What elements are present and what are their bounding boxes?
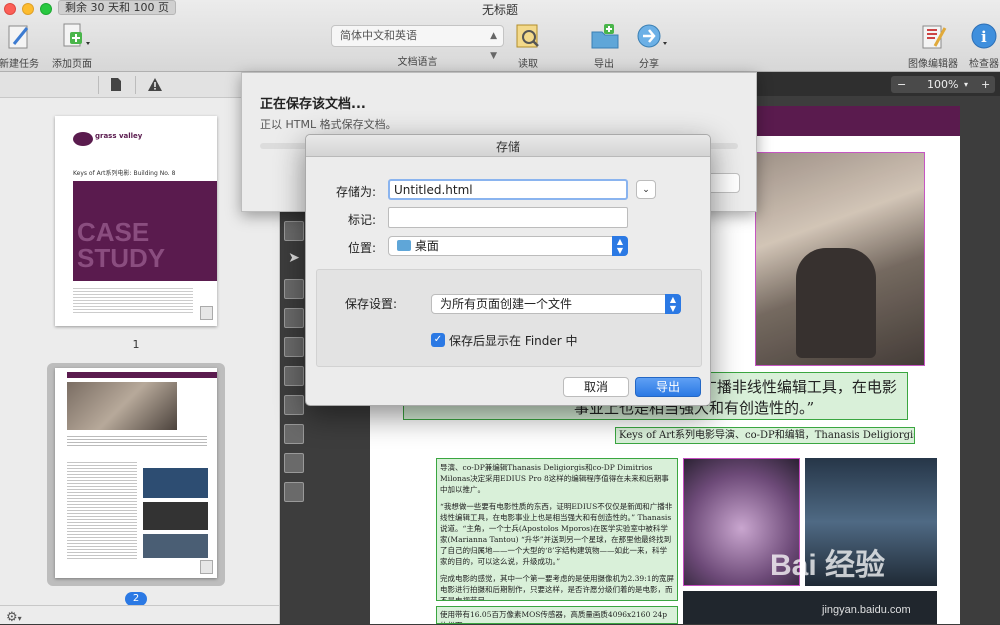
- read-button[interactable]: 读取: [497, 20, 559, 70]
- new-task-icon: [5, 22, 33, 50]
- image-editor-icon: [919, 22, 947, 50]
- share-icon: [635, 22, 667, 50]
- tags-label: 标记:: [347, 213, 376, 227]
- save-dialog: 存储 存储为: Untitled.html ⌄ 标记: 位置: 桌面 ▲ ▼ 保存…: [305, 134, 711, 406]
- grass-valley-logo-icon: [73, 132, 93, 146]
- inspector-button[interactable]: i 检查器: [953, 20, 1000, 70]
- chevron-updown-icon: ▲ ▼: [612, 236, 628, 256]
- warning-tab-icon[interactable]: [147, 77, 163, 95]
- tags-field[interactable]: [388, 207, 628, 228]
- page-number-1: 1: [132, 338, 140, 351]
- zoom-control: − 100% ▾ +: [891, 76, 995, 93]
- add-page-icon: [58, 22, 90, 50]
- picture-area-icon[interactable]: [284, 337, 304, 357]
- thumb-page-icon: [200, 306, 213, 320]
- share-button[interactable]: 分享: [618, 20, 680, 70]
- select-region-icon[interactable]: [284, 221, 304, 241]
- chevron-updown-icon: ▲ ▼: [665, 294, 681, 314]
- saving-subtitle: 正以 HTML 格式保存文档。: [260, 118, 397, 131]
- add-row-icon[interactable]: [284, 395, 304, 415]
- table-area-icon[interactable]: [284, 366, 304, 386]
- gear-icon[interactable]: ⚙▾: [6, 610, 22, 625]
- thumb2-photo: [67, 382, 177, 430]
- photo-region-main[interactable]: [755, 152, 925, 366]
- zoom-out-button[interactable]: −: [897, 76, 906, 93]
- sidebar-tabs: [0, 72, 280, 98]
- thumb-company: grass valley: [95, 132, 143, 140]
- body-text-region-2[interactable]: 使用带有16.05百万像素MOS传感器，高质量画质4096x2160 24p的松…: [436, 606, 678, 624]
- show-in-finder-checkbox[interactable]: ✓: [431, 333, 445, 347]
- svg-text:i: i: [981, 28, 987, 46]
- saving-title: 正在保存该文档...: [260, 97, 366, 112]
- zoom-level[interactable]: 100%: [927, 76, 958, 93]
- tab-divider: [135, 76, 136, 94]
- save-settings-popup[interactable]: 为所有页面创建一个文件 ▲ ▼: [431, 294, 681, 314]
- document-language-label: 文档语言: [397, 57, 438, 68]
- window-title: 无标题: [481, 3, 518, 17]
- page-sidebar: grass valley Keys of Art系列电影: Building N…: [0, 72, 280, 625]
- folder-icon: [397, 240, 411, 251]
- export-confirm-button[interactable]: 导出: [635, 377, 701, 397]
- zoom-in-button[interactable]: +: [981, 76, 990, 93]
- watermark-brand: Bai 经验: [770, 549, 886, 582]
- watermark-url: jingyan.baidu.com: [822, 604, 911, 616]
- split-cells-icon[interactable]: [284, 482, 304, 502]
- region-tools: ➤: [281, 212, 307, 624]
- cameraman-figure: [796, 248, 876, 358]
- save-as-label: 存储为:: [335, 185, 376, 199]
- export-icon: [590, 22, 619, 50]
- tab-divider: [98, 76, 99, 94]
- filename-field[interactable]: Untitled.html: [388, 179, 628, 200]
- crop-tool-icon[interactable]: [284, 279, 304, 299]
- settings-label: 保存设置:: [344, 297, 397, 311]
- merge-cells-icon[interactable]: [284, 453, 304, 473]
- page-view-tab-icon[interactable]: [110, 77, 122, 95]
- expand-dialog-button[interactable]: ⌄: [636, 180, 656, 199]
- thumb-banner: CASE STUDY: [73, 181, 217, 281]
- credit-region[interactable]: Keys of Art系列电影导演、co-DP和编辑，Thanasis Deli…: [615, 427, 915, 444]
- chevron-down-icon: ▾: [964, 80, 969, 89]
- page-thumbnail-1[interactable]: grass valley Keys of Art系列电影: Building N…: [55, 116, 217, 326]
- thumb-page-icon: [200, 560, 213, 574]
- pointer-tool-icon[interactable]: ➤: [284, 250, 304, 270]
- location-label: 位置:: [347, 241, 376, 255]
- inspector-icon: i: [970, 22, 998, 50]
- document-language-select[interactable]: 简体中文和英语 ▲ ▼: [331, 25, 504, 61]
- title-toolbar: 剩余 30 天和 100 页 无标题 新建任务 添加页面 简体中文和英语 ▲ ▼ …: [0, 0, 1000, 72]
- thumb-text-lines: [73, 286, 193, 314]
- page-thumbnail-2[interactable]: [55, 368, 217, 578]
- location-popup[interactable]: 桌面 ▲ ▼: [388, 236, 628, 256]
- thumb-heading: Keys of Art系列电影: Building No. 8: [73, 170, 176, 177]
- thumb2-header: [67, 372, 217, 378]
- body-text-region[interactable]: 导演、co-DP兼编辑Thanasis Deligiorgis和co-DP Di…: [436, 458, 678, 601]
- add-page-button[interactable]: 添加页面: [41, 20, 103, 70]
- add-column-icon[interactable]: [284, 424, 304, 444]
- show-in-finder-label: 保存后显示在 Finder 中: [449, 334, 578, 348]
- options-panel: 保存设置: 为所有页面创建一个文件 ▲ ▼ ✓ 保存后显示在 Finder 中: [316, 269, 702, 367]
- save-dialog-title: 存储: [495, 140, 520, 154]
- page-number-2-badge: 2: [125, 592, 147, 606]
- text-area-icon[interactable]: [284, 308, 304, 328]
- cancel-button[interactable]: 取消: [563, 377, 629, 397]
- read-icon: [514, 22, 542, 50]
